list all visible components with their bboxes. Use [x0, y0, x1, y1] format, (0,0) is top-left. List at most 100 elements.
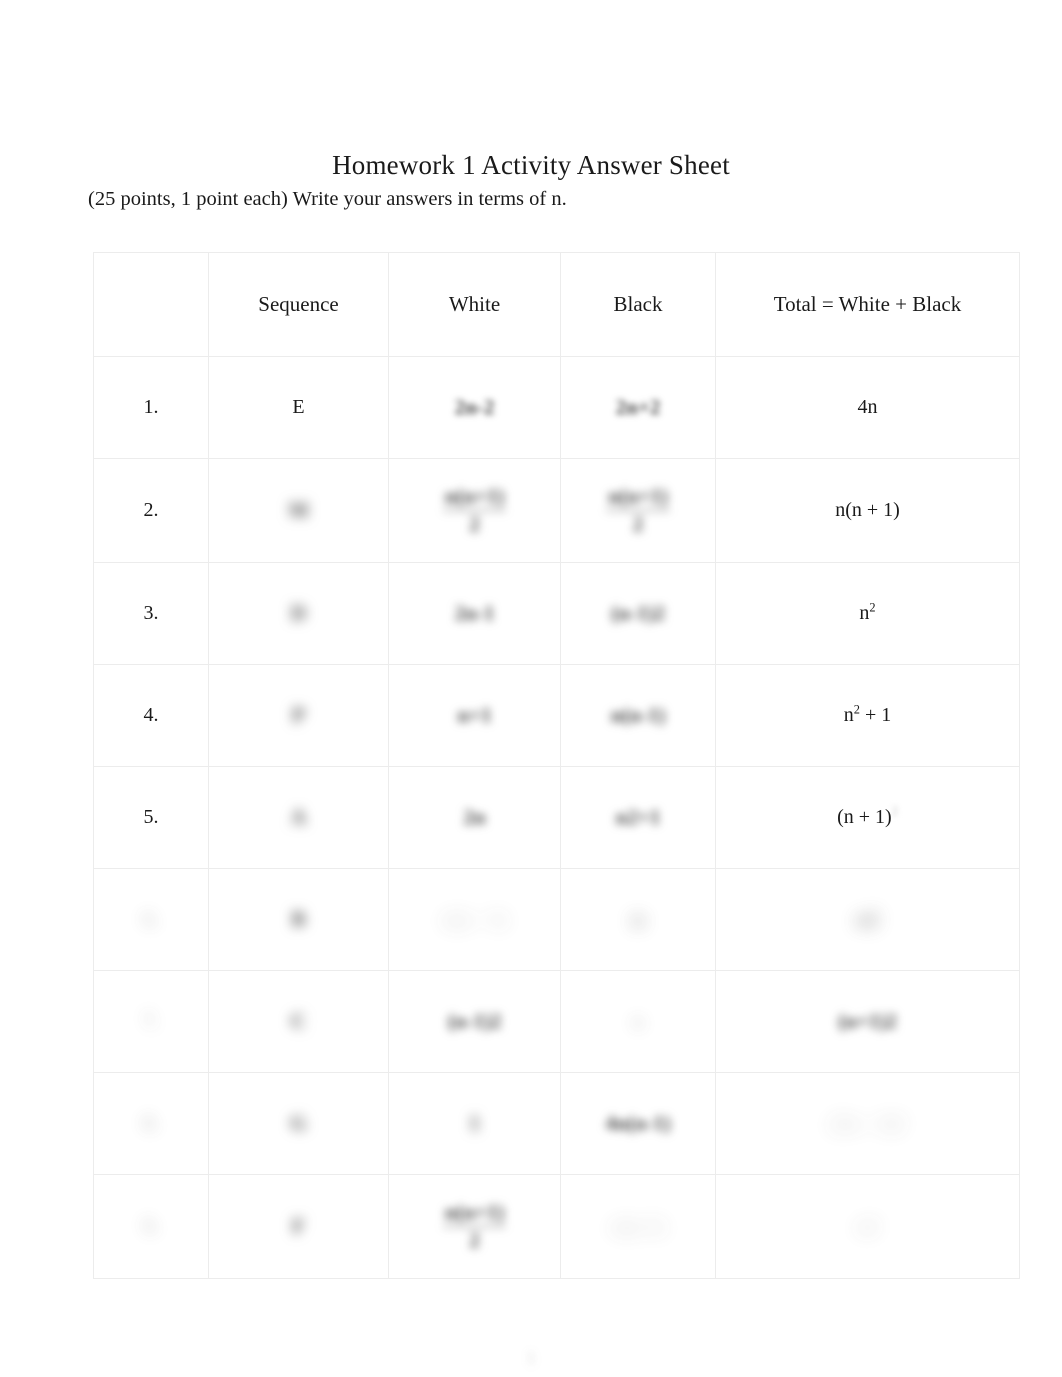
instructions-variable: n: [551, 188, 562, 210]
white-value: n(n+1) 2: [442, 485, 507, 535]
total-value: n2: [856, 906, 879, 931]
row-sequence: C: [208, 970, 389, 1073]
row-white: 2n-1: [388, 562, 561, 665]
row-sequence: B: [208, 868, 389, 971]
row-white: n(n - 1): [388, 868, 561, 971]
sequence-value: C: [290, 1008, 307, 1033]
page-number: 1: [526, 1348, 536, 1369]
row-sequence: E: [208, 356, 389, 459]
row-number: 5.: [93, 766, 209, 869]
table-row: 6. B n(n - 1) n n2: [93, 868, 1020, 971]
row-sequence: F: [208, 1174, 389, 1279]
row-number: 9.: [93, 1174, 209, 1279]
sequence-value: D: [290, 600, 307, 625]
fraction-numerator: n(n+1): [442, 485, 507, 511]
table-row: 8. G 1 4n(n-1) (2n - 1)2: [93, 1072, 1020, 1175]
black-value: n: [632, 1008, 644, 1033]
row-white: (n-1)2: [388, 970, 561, 1073]
total-exponent: 2: [891, 804, 898, 819]
row-total: (2n - 1)2: [715, 1072, 1020, 1175]
row-black: n(n-1): [560, 664, 716, 767]
table-row: 5. A 2n n2+1 (n + 1)2: [93, 766, 1020, 869]
table-header-row: Sequence White Black Total = White + Bla…: [93, 252, 1020, 357]
sequence-value: A: [290, 804, 307, 829]
page-title: Homework 1 Activity Answer Sheet: [332, 150, 730, 180]
white-value: 1: [469, 1110, 480, 1135]
row-number: 1.: [93, 356, 209, 459]
row-number-value: 8.: [143, 1110, 159, 1135]
sequence-value: G: [290, 1110, 307, 1135]
black-value: 4n(n-1): [605, 1110, 671, 1135]
white-value: (n-1)2: [447, 1008, 502, 1033]
row-black: n: [560, 868, 716, 971]
header-number: [93, 252, 209, 357]
row-white: 1: [388, 1072, 561, 1175]
row-white: 2n: [388, 766, 561, 869]
row-total: n2: [715, 562, 1020, 665]
total-base: n: [843, 704, 854, 726]
row-total: (n+1)2: [715, 970, 1020, 1073]
row-white: 2n-2: [388, 356, 561, 459]
row-black: n: [560, 970, 716, 1073]
row-black: n2+1: [560, 766, 716, 869]
row-number: 6.: [93, 868, 209, 971]
fraction-denominator: 2: [469, 1227, 480, 1252]
fraction-denominator: 2: [632, 511, 644, 536]
total-base: n: [859, 602, 870, 624]
instructions-suffix: .: [561, 188, 567, 210]
white-value: n+1: [457, 702, 492, 727]
sequence-value: P: [292, 702, 305, 727]
document-page: Homework 1 Activity Answer Sheet (25 poi…: [0, 0, 1062, 1377]
sequence-value: F: [292, 1213, 305, 1238]
row-number-value: 9.: [143, 1213, 159, 1238]
row-black: 4n(n-1): [560, 1072, 716, 1175]
total-base: (n + 1): [837, 806, 892, 828]
black-value: n(n-1): [610, 702, 666, 727]
total-suffix: + 1: [859, 704, 892, 726]
row-number: 3.: [93, 562, 209, 665]
row-sequence: D: [208, 562, 389, 665]
header-sequence: Sequence: [208, 252, 389, 357]
row-number: 8.: [93, 1072, 209, 1175]
sequence-value: M: [288, 497, 309, 522]
row-total: n2 + 1: [715, 664, 1020, 767]
row-total: n2: [715, 868, 1020, 971]
black-value: 2n+2: [615, 394, 661, 419]
row-black: 2n+2: [560, 356, 716, 459]
header-white: White: [388, 252, 561, 357]
row-sequence: P: [208, 664, 389, 767]
row-number: 2.: [93, 458, 209, 563]
total-value: (n+1)2: [838, 1008, 897, 1033]
row-white: n(n+1) 2: [388, 1174, 561, 1279]
row-total: n(n + 1): [715, 458, 1020, 563]
row-sequence: A: [208, 766, 389, 869]
white-value: n(n - 1): [443, 906, 506, 931]
table-row: 1. E 2n-2 2n+2 4n: [93, 356, 1020, 459]
row-sequence: M: [208, 458, 389, 563]
table-row: 9. F n(n+1) 2 n(n-1) n2: [93, 1174, 1020, 1279]
table-row: 4. P n+1 n(n-1) n2 + 1: [93, 664, 1020, 767]
row-sequence: G: [208, 1072, 389, 1175]
instructions-prefix: (25 points, 1 point each) Write your ans…: [88, 188, 552, 210]
row-white: n(n+1) 2: [388, 458, 561, 563]
row-white: n+1: [388, 664, 561, 767]
row-number: 4.: [93, 664, 209, 767]
white-value: 2n: [463, 804, 486, 829]
white-value: n(n+1) 2: [442, 1201, 507, 1252]
black-value: n(n+1) 2: [606, 485, 670, 535]
instructions-line: (25 points, 1 point each) Write your ans…: [88, 185, 988, 213]
row-black: n(n-1): [560, 1174, 716, 1279]
white-value: 2n-2: [454, 394, 495, 419]
table-row: 3. D 2n-1 (n-1)2 n2: [93, 562, 1020, 665]
row-black: n(n+1) 2: [560, 458, 716, 563]
total-value: n2: [857, 1213, 878, 1238]
total-value: (2n - 1)2: [830, 1110, 905, 1135]
row-total: n2: [715, 1174, 1020, 1279]
row-number: 7.: [93, 970, 209, 1073]
black-value: n: [632, 906, 644, 931]
fraction-numerator: n(n+1): [442, 1201, 507, 1227]
black-value: n2+1: [615, 804, 661, 829]
black-value: (n-1)2: [611, 600, 665, 625]
header-black: Black: [560, 252, 716, 357]
row-number-value: 7.: [143, 1008, 159, 1033]
